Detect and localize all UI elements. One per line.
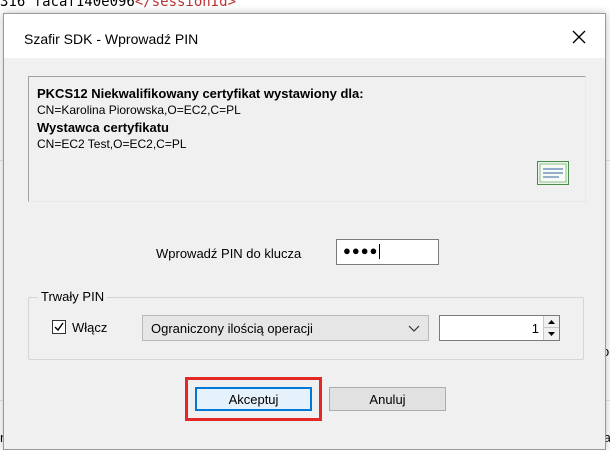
background-code-tag: </sessionId> (134, 0, 237, 10)
spinner-down-button[interactable] (544, 328, 559, 340)
operation-count-spinner[interactable]: 1 (439, 315, 560, 341)
background-code-text: 316 facaf140e096 (0, 0, 135, 10)
dialog-titlebar[interactable]: Szafir SDK - Wprowadź PIN (4, 14, 605, 58)
highlight-box (185, 377, 322, 421)
pin-mode-select[interactable]: Ograniczony ilością operacji (142, 315, 429, 341)
background-code-line: 316 facaf140e096</sessionId> (0, 0, 610, 14)
enable-checkbox[interactable] (52, 320, 66, 334)
pin-label: Wprowadź PIN do klucza (156, 246, 302, 261)
spinner-up-button[interactable] (544, 316, 559, 328)
pin-masked-value: ●●●● (343, 243, 379, 258)
cancel-button[interactable]: Anuluj (329, 387, 446, 411)
certificate-type-heading: PKCS12 Niekwalifikowany certyfikat wysta… (37, 86, 364, 101)
close-icon (572, 30, 586, 44)
certificate-subject: CN=Karolina Piorowska,O=EC2,C=PL (37, 103, 241, 117)
certificate-issuer-heading: Wystawca certyfikatu (37, 120, 169, 135)
dialog-title: Szafir SDK - Wprowadź PIN (24, 31, 199, 47)
certificate-issuer: CN=EC2 Test,O=EC2,C=PL (37, 137, 187, 151)
chevron-down-icon (408, 325, 420, 332)
certificate-icon (537, 161, 569, 185)
certificate-info-box: PKCS12 Niekwalifikowany certyfikat wysta… (28, 76, 586, 202)
checkmark-icon (54, 322, 64, 332)
triangle-up-icon (548, 319, 555, 324)
triangle-down-icon (548, 332, 555, 336)
close-button[interactable] (559, 20, 599, 54)
pin-input[interactable]: ●●●● (336, 239, 439, 265)
pin-mode-selected-value: Ograniczony ilością operacji (151, 321, 313, 336)
enable-checkbox-label[interactable]: Włącz (72, 320, 107, 335)
operation-count-value: 1 (531, 321, 539, 336)
persistent-pin-group-title: Trwały PIN (38, 289, 108, 304)
